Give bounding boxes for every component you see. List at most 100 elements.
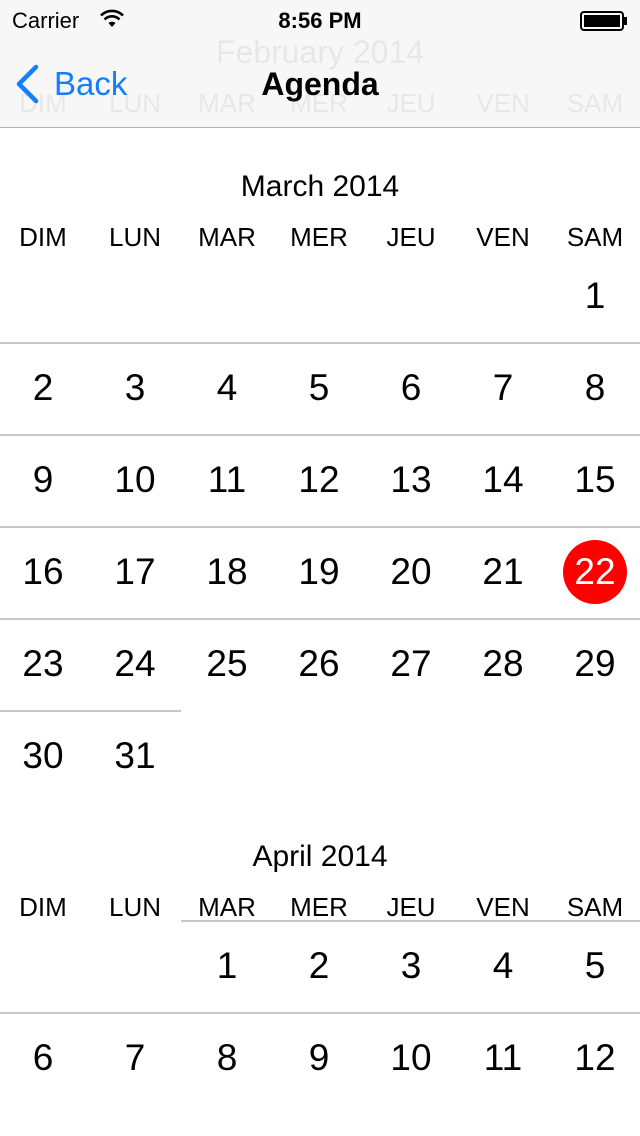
day-cell[interactable]: 15	[549, 434, 640, 526]
day-cell[interactable]: 13	[365, 434, 457, 526]
day-cell[interactable]: 16	[0, 526, 89, 618]
day-cell[interactable]: 5	[273, 342, 365, 434]
week-separator	[181, 920, 640, 922]
day-cell[interactable]: 10	[365, 1012, 457, 1104]
day-cell-today[interactable]: 22	[549, 526, 640, 618]
day-cell[interactable]: 9	[0, 434, 89, 526]
day-cell[interactable]: 10	[89, 434, 181, 526]
day-cell[interactable]: 6	[365, 342, 457, 434]
day-number: 22	[574, 551, 616, 592]
day-cell[interactable]: 7	[89, 1012, 181, 1104]
day-number: 15	[574, 459, 616, 500]
day-number: 11	[483, 1037, 523, 1078]
day-number: 4	[492, 945, 514, 986]
day-number: 2	[32, 367, 54, 408]
day-cell[interactable]: 2	[0, 342, 89, 434]
status-bar: Carrier 8:56 PM	[0, 0, 640, 40]
day-cell[interactable]: 26	[273, 618, 365, 710]
day-cell[interactable]: 6	[0, 1012, 89, 1104]
day-cell[interactable]: 9	[273, 1012, 365, 1104]
day-number: 25	[206, 643, 248, 684]
weekday-label: JEU	[386, 892, 436, 922]
day-cell[interactable]: 24	[89, 618, 181, 710]
day-cell[interactable]: 12	[549, 1012, 640, 1104]
day-number: 20	[390, 551, 432, 592]
day-cell[interactable]: 18	[181, 526, 273, 618]
day-number: 13	[390, 459, 432, 500]
day-number: 6	[32, 1037, 54, 1078]
day-cell[interactable]: 17	[89, 526, 181, 618]
day-number: 7	[124, 1037, 146, 1078]
day-number: 19	[298, 551, 340, 592]
weekday-label: MER	[290, 892, 348, 922]
day-cell[interactable]: 30	[0, 710, 89, 802]
day-number: 5	[308, 367, 330, 408]
month-title: April 2014	[252, 840, 388, 873]
day-number: 12	[574, 1037, 616, 1078]
day-cell[interactable]: 1	[181, 920, 273, 1012]
day-number: 12	[298, 459, 340, 500]
day-cell[interactable]: 11	[457, 1012, 549, 1104]
day-number: 10	[390, 1037, 432, 1078]
page-title: Agenda	[261, 66, 379, 102]
weekday-label: VEN	[476, 892, 530, 922]
day-number: 31	[114, 735, 156, 776]
day-number: 9	[32, 459, 54, 500]
weekday-label: MER	[290, 222, 348, 252]
weekday-label: LUN	[108, 892, 161, 922]
day-cell[interactable]: 29	[549, 618, 640, 710]
week-separator	[0, 526, 640, 528]
day-number: 11	[207, 459, 247, 500]
day-cell[interactable]: 7	[457, 342, 549, 434]
weekday-label: MAR	[198, 892, 256, 922]
week-separator	[0, 342, 640, 344]
day-cell[interactable]: 14	[457, 434, 549, 526]
status-time: 8:56 PM	[278, 8, 362, 33]
day-number: 21	[482, 551, 524, 592]
month-title: March 2014	[240, 170, 400, 203]
day-number: 8	[584, 367, 606, 408]
day-cell[interactable]: 3	[365, 920, 457, 1012]
weekday-label: DIM	[19, 892, 67, 922]
day-number: 26	[298, 643, 340, 684]
day-number: 10	[114, 459, 156, 500]
weekday-label: VEN	[476, 222, 530, 252]
day-cell[interactable]: 5	[549, 920, 640, 1012]
day-number: 16	[22, 551, 64, 592]
day-number: 1	[584, 275, 606, 316]
day-number: 2	[308, 945, 330, 986]
day-number: 27	[390, 643, 432, 684]
day-cell[interactable]: 3	[89, 342, 181, 434]
day-cell[interactable]: 8	[549, 342, 640, 434]
battery-icon	[580, 11, 627, 31]
day-cell[interactable]: 28	[457, 618, 549, 710]
day-number: 7	[492, 367, 514, 408]
day-cell[interactable]: 20	[365, 526, 457, 618]
navigation-bar: February 2014 DIM LUN MAR MER JEU VEN SAM Carr…	[0, 0, 640, 128]
day-cell[interactable]: 31	[89, 710, 181, 802]
day-number: 14	[482, 459, 524, 500]
day-number: 4	[216, 367, 238, 408]
day-cell[interactable]: 4	[457, 920, 549, 1012]
nav-content: Back Agenda	[0, 40, 640, 127]
day-cell[interactable]: 19	[273, 526, 365, 618]
day-number: 6	[400, 367, 422, 408]
day-cell[interactable]: 21	[457, 526, 549, 618]
day-number: 1	[216, 945, 238, 986]
day-cell[interactable]: 8	[181, 1012, 273, 1104]
weekday-label: SAM	[566, 222, 624, 252]
day-cell[interactable]: 11	[181, 434, 273, 526]
day-cell[interactable]: 23	[0, 618, 89, 710]
day-cell[interactable]: 4	[181, 342, 273, 434]
day-number: 24	[114, 643, 156, 684]
day-number: 18	[206, 551, 248, 592]
day-number: 8	[216, 1037, 238, 1078]
weekday-label: DIM	[19, 222, 67, 252]
day-cell[interactable]: 12	[273, 434, 365, 526]
day-cell[interactable]: 1	[549, 250, 640, 342]
week-separator	[0, 710, 181, 712]
day-number: 5	[584, 945, 606, 986]
day-cell[interactable]: 2	[273, 920, 365, 1012]
day-cell[interactable]: 27	[365, 618, 457, 710]
day-cell[interactable]: 25	[181, 618, 273, 710]
